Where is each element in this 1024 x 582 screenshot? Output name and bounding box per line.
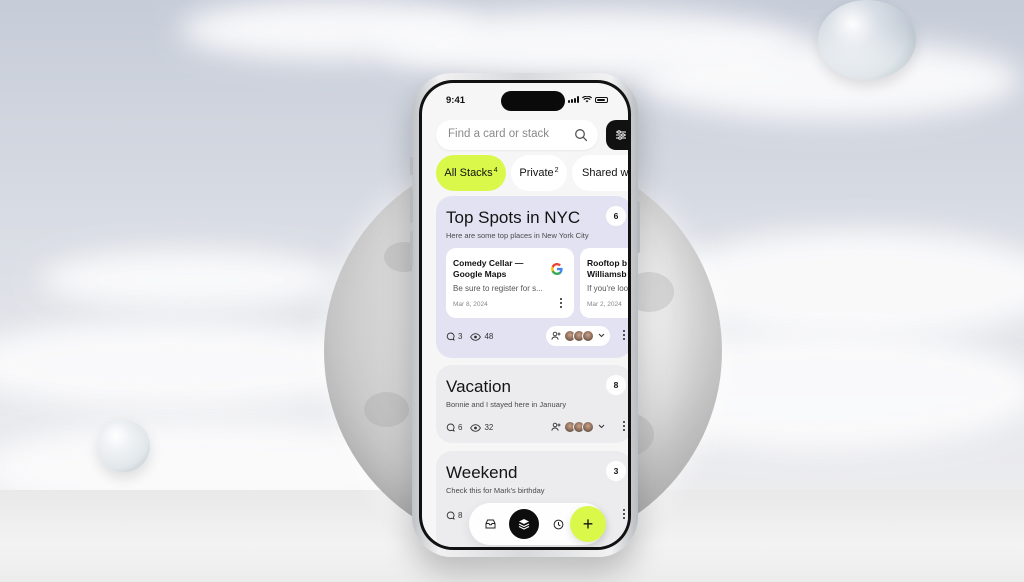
card-title: Comedy Cellar — Google Maps xyxy=(453,258,524,279)
stack-title: Weekend xyxy=(446,463,518,482)
collaborators-selector[interactable] xyxy=(546,326,610,346)
add-button[interactable]: + xyxy=(570,506,606,542)
card-date: Mar 2, 2024 xyxy=(587,301,622,308)
eye-icon xyxy=(470,423,482,432)
collaborators-selector[interactable] xyxy=(546,417,610,437)
comment-count: 6 xyxy=(458,423,463,432)
comment-icon xyxy=(446,511,455,520)
sliders-icon xyxy=(616,130,626,140)
chip-private[interactable]: Private 2 xyxy=(511,155,567,191)
avatar xyxy=(582,330,594,342)
search-icon[interactable] xyxy=(574,128,588,142)
stack-subtitle: Check this for Mark's birthday xyxy=(446,486,545,495)
cloud xyxy=(40,250,340,310)
wifi-icon xyxy=(582,96,592,103)
plus-icon: + xyxy=(582,514,594,534)
app-display: 9:41 Find a card or stack All Stacks 4 Pr… xyxy=(422,83,628,547)
stack-stats: 6 32 xyxy=(446,423,493,432)
card-date: Mar 8, 2024 xyxy=(453,301,488,308)
view-count: 32 xyxy=(484,423,494,432)
chevron-down-icon xyxy=(598,333,605,338)
stack-stats: 3 48 xyxy=(446,332,493,341)
search-bar[interactable]: Find a card or stack xyxy=(436,120,598,150)
clock-icon xyxy=(553,519,563,529)
stack-title: Top Spots in NYC xyxy=(446,208,581,227)
comment-count: 8 xyxy=(458,511,463,520)
stack-count-badge: 3 xyxy=(606,461,626,481)
stack-more-options-icon[interactable] xyxy=(623,509,626,520)
stack-subtitle: Here are some top places in New York Cit… xyxy=(446,231,589,240)
phone-screen: 9:41 Find a card or stack All Stacks 4 Pr… xyxy=(419,80,631,550)
chip-all-stacks[interactable]: All Stacks 4 xyxy=(436,155,506,191)
more-options-icon[interactable] xyxy=(560,298,563,309)
cellular-signal-icon xyxy=(568,96,579,103)
comment-count: 3 xyxy=(458,332,463,341)
comment-icon xyxy=(446,332,455,341)
system-icons xyxy=(568,96,608,103)
battery-icon xyxy=(595,96,608,103)
stack-count-badge: 8 xyxy=(606,375,626,395)
card-description: Be sure to register for s... xyxy=(453,284,543,293)
stack-card-vacation[interactable]: Vacation Bonnie and I stayed here in Jan… xyxy=(436,365,628,443)
dynamic-island xyxy=(501,91,565,111)
status-time: 9:41 xyxy=(446,95,466,106)
nav-stacks-button[interactable] xyxy=(509,509,539,539)
view-count: 48 xyxy=(484,332,494,341)
phone-mockup: 9:41 Find a card or stack All Stacks 4 Pr… xyxy=(410,73,640,557)
stack-card-carousel[interactable]: Comedy Cellar — Google Maps Be sure to re… xyxy=(446,248,628,318)
bubble-icon xyxy=(98,420,150,472)
bubble-icon xyxy=(818,0,916,80)
status-bar: 9:41 xyxy=(422,83,628,117)
stack-title: Vacation xyxy=(446,377,511,396)
chip-shared-with[interactable]: Shared with xyxy=(572,155,628,191)
stack-stats: 8 xyxy=(446,511,462,520)
nav-recent-button[interactable] xyxy=(543,509,573,539)
stack-more-options-icon[interactable] xyxy=(623,421,626,432)
stacks-icon xyxy=(518,519,530,530)
nav-inbox-button[interactable] xyxy=(475,509,505,539)
avatar xyxy=(582,421,594,433)
stack-more-options-icon[interactable] xyxy=(623,330,626,341)
stack-count-badge: 6 xyxy=(606,206,626,226)
add-person-icon xyxy=(551,422,561,431)
link-card-rooftop[interactable]: Rooftop b Williamsb If you're loo Mar 2, … xyxy=(580,248,628,318)
chevron-down-icon xyxy=(598,424,605,429)
cloud xyxy=(0,320,380,410)
stack-card-top-spots[interactable]: Top Spots in NYC Here are some top place… xyxy=(436,196,628,358)
card-description: If you're loo xyxy=(587,284,628,293)
eye-icon xyxy=(470,332,482,341)
inbox-icon xyxy=(485,519,495,529)
search-input[interactable]: Find a card or stack xyxy=(448,128,549,140)
comment-icon xyxy=(446,423,455,432)
stack-subtitle: Bonnie and I stayed here in January xyxy=(446,400,567,409)
google-icon xyxy=(551,263,563,275)
add-person-icon xyxy=(551,331,561,340)
link-card-comedy-cellar[interactable]: Comedy Cellar — Google Maps Be sure to re… xyxy=(446,248,574,318)
stack-filter-chips: All Stacks4 Private2 Shared with xyxy=(436,155,628,191)
filter-button[interactable] xyxy=(606,120,628,150)
card-title: Rooftop b Williamsb xyxy=(587,258,628,279)
